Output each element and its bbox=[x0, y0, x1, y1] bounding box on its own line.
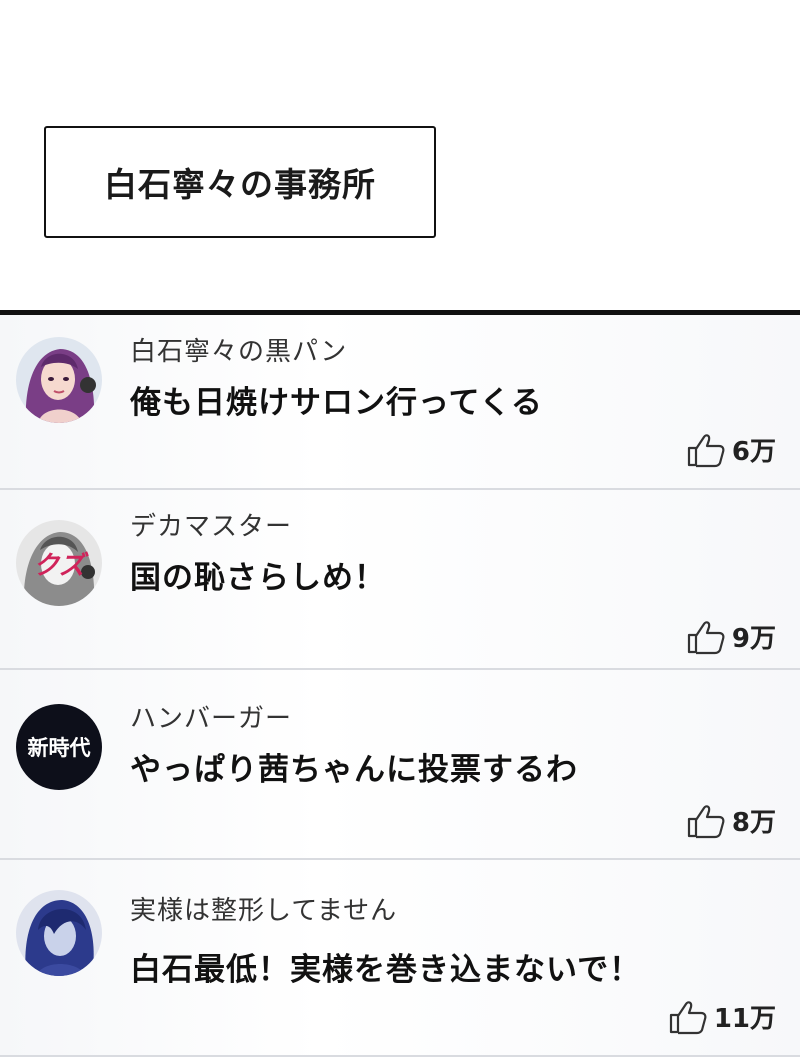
like-count: 9万 bbox=[731, 624, 776, 654]
comment-feed: 白石寧々の黒パン 俺も日焼けサロン行ってくる 6万 クズ デカマスター 国の恥さ… bbox=[0, 310, 800, 1057]
like-button[interactable]: 8万 bbox=[686, 802, 776, 839]
avatar-badge-text: 新時代 bbox=[27, 736, 91, 760]
comment-message: やっぱり茜ちゃんに投票するわ bbox=[130, 752, 578, 788]
like-button[interactable]: 9万 bbox=[686, 618, 776, 655]
comment-item: 白石寧々の黒パン 俺も日焼けサロン行ってくる 6万 bbox=[0, 315, 800, 490]
comment-message: 国の恥さらしめ！ bbox=[130, 560, 386, 596]
like-count: 6万 bbox=[731, 437, 776, 467]
comment-item: クズ デカマスター 国の恥さらしめ！ 9万 bbox=[0, 490, 800, 670]
comment-item: 実様は整形してません 白石最低！実様を巻き込まないで！ 11万 bbox=[0, 860, 800, 1057]
avatar-overlay-text: クズ bbox=[33, 550, 85, 581]
caption-box: 白石寧々の事務所 bbox=[44, 126, 436, 238]
comment-item: 新時代 ハンバーガー やっぱり茜ちゃんに投票するわ 8万 bbox=[0, 670, 800, 860]
like-button[interactable]: 6万 bbox=[686, 431, 776, 468]
anime-man-avatar-image bbox=[16, 890, 102, 976]
comment-message: 俺も日焼けサロン行ってくる bbox=[130, 385, 543, 421]
avatar[interactable]: 新時代 bbox=[16, 704, 102, 790]
caption-text: 白石寧々の事務所 bbox=[104, 165, 376, 204]
avatar[interactable] bbox=[16, 337, 102, 423]
avatar[interactable] bbox=[16, 890, 102, 976]
thumbs-up-icon bbox=[686, 432, 726, 468]
comment-username: 実様は整形してません bbox=[130, 896, 398, 926]
thumbs-up-icon bbox=[668, 999, 708, 1035]
like-count: 11万 bbox=[713, 1004, 776, 1034]
thumbs-up-icon bbox=[686, 803, 726, 839]
like-count: 8万 bbox=[731, 808, 776, 838]
comment-message: 白石最低！実様を巻き込まないで！ bbox=[130, 952, 642, 988]
comment-username: ハンバーガー bbox=[130, 704, 293, 734]
thumbs-up-icon bbox=[686, 619, 726, 655]
comment-username: デカマスター bbox=[130, 512, 293, 542]
comment-username: 白石寧々の黒パン bbox=[130, 337, 348, 367]
like-button[interactable]: 11万 bbox=[668, 998, 776, 1035]
avatar[interactable]: クズ bbox=[16, 520, 102, 606]
anime-woman-avatar-image bbox=[16, 337, 102, 423]
